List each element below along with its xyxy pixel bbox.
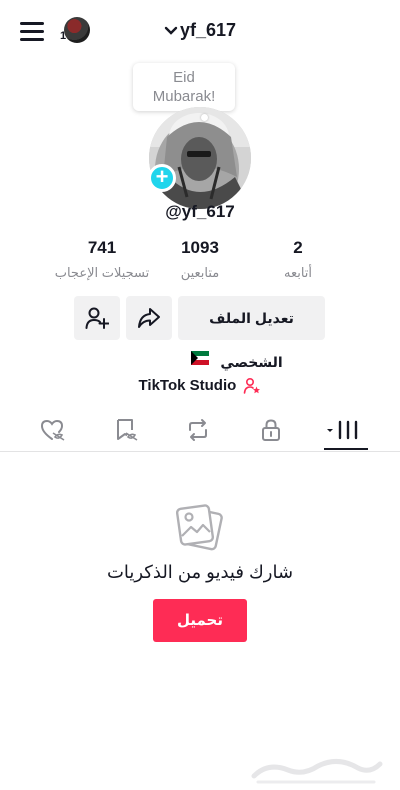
- following-count: 2: [293, 238, 303, 257]
- photos-icon: [176, 504, 223, 551]
- add-friend-button[interactable]: [74, 296, 120, 340]
- empty-state-message: شارك فيديو من الذكريات: [106, 562, 294, 582]
- add-story-plus-icon[interactable]: +: [148, 164, 176, 192]
- creator-star-icon: [244, 378, 261, 394]
- lock-icon: [262, 419, 280, 441]
- profile-handle: @yf_617: [165, 202, 235, 221]
- edit-profile-button[interactable]: تعديل الملف الشخصي: [178, 296, 325, 370]
- share-profile-button[interactable]: [126, 296, 172, 340]
- tab-liked[interactable]: [40, 418, 70, 444]
- status-note-bubble[interactable]: Eid Mubarak!: [133, 63, 235, 111]
- studio-label: TikTok Studio: [138, 377, 237, 394]
- profile-stats: 741 تسجيلات الإعجاب 1093 متابعين 2 أتابع…: [0, 238, 400, 288]
- bubble-tail-dot: [201, 114, 208, 121]
- tab-private[interactable]: [258, 418, 288, 444]
- note-line-2: Mubarak!: [152, 88, 216, 105]
- account-switcher[interactable]: yf_617: [0, 20, 400, 41]
- upload-button[interactable]: تحميل: [153, 599, 247, 642]
- kuwait-flag-icon: [191, 351, 209, 365]
- watermark-logo: [251, 759, 383, 784]
- liked-hidden-icon: [40, 419, 65, 441]
- avatar-photo: [149, 107, 251, 209]
- following-label: أتابعه: [283, 265, 313, 280]
- add-user-icon: [85, 307, 109, 329]
- videos-grid-icon: [327, 420, 358, 440]
- chevron-down-icon: [164, 27, 178, 35]
- tab-reposts[interactable]: [185, 418, 215, 444]
- profile-tabs: [0, 410, 400, 452]
- saved-hidden-icon: [117, 419, 138, 441]
- note-line-1: Eid: [173, 69, 195, 86]
- active-tab-indicator: [324, 448, 368, 450]
- top-username: yf_617: [179, 20, 237, 40]
- top-bar: 1 yf_617: [0, 0, 400, 62]
- profile-avatar[interactable]: [149, 107, 251, 209]
- share-arrow-icon: [138, 308, 160, 328]
- stat-following[interactable]: 2 أتابعه: [238, 238, 358, 281]
- repost-icon: [189, 419, 207, 441]
- profile-actions: تعديل الملف الشخصي: [0, 296, 400, 370]
- tiktok-studio-link[interactable]: TikTok Studio: [0, 377, 400, 395]
- tab-videos[interactable]: [325, 418, 365, 444]
- tab-saved[interactable]: [113, 418, 143, 444]
